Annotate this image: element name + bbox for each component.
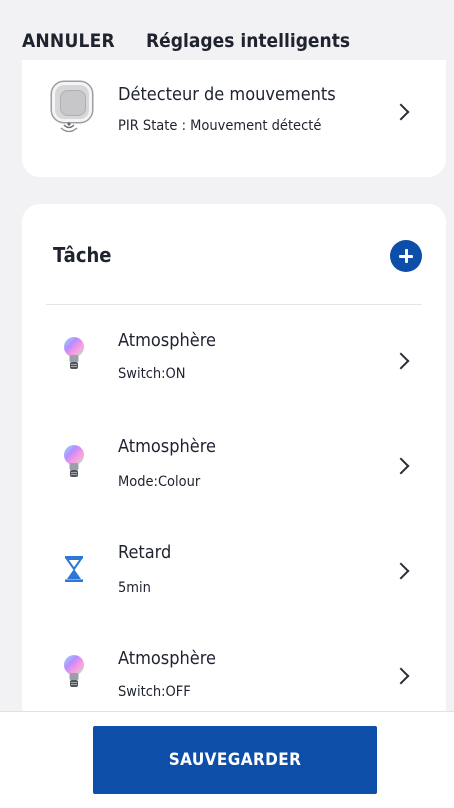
- task-detail: Switch:ON: [118, 366, 186, 382]
- task-name: Atmosphère: [118, 330, 216, 351]
- task-name: Atmosphère: [118, 436, 216, 457]
- bulb-icon: [64, 337, 84, 369]
- task-name: Atmosphère: [118, 648, 216, 669]
- task-row[interactable]: [22, 528, 446, 628]
- motion-sensor-icon: [48, 82, 94, 134]
- bulb-icon: [64, 655, 84, 687]
- task-detail: Switch:OFF: [118, 684, 191, 700]
- hourglass-icon: [65, 556, 83, 582]
- cancel-button[interactable]: ANNULER: [22, 30, 115, 52]
- section-title: Tâche: [53, 243, 112, 267]
- bulb-icon: [64, 445, 84, 477]
- condition-device-name: Détecteur de mouvements: [118, 84, 336, 105]
- add-task-button[interactable]: [390, 240, 422, 272]
- condition-state: PIR State : Mouvement détecté: [118, 118, 322, 134]
- page-title: Réglages intelligents: [146, 30, 351, 52]
- save-button[interactable]: SAUVEGARDER: [93, 726, 377, 794]
- divider: [46, 304, 422, 305]
- task-detail: 5min: [118, 580, 151, 596]
- task-detail: Mode:Colour: [118, 474, 201, 490]
- task-name: Retard: [118, 542, 172, 563]
